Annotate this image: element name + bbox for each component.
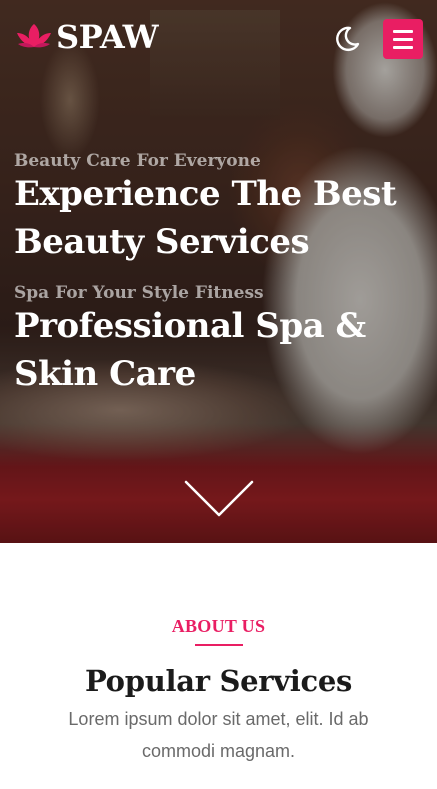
hero-eyebrow: Beauty Care For Everyone (14, 151, 261, 171)
hamburger-icon-bar (393, 29, 413, 33)
hamburger-icon-bar (393, 45, 413, 49)
scroll-down-button[interactable] (183, 478, 255, 520)
menu-button[interactable] (383, 19, 423, 59)
hero-eyebrow: Spa For Your Style Fitness (14, 283, 264, 303)
logo-text: SPAW (56, 18, 159, 56)
section-eyebrow: ABOUT US (171, 616, 266, 636)
hero-headline: Experience The Best Beauty Services (14, 174, 397, 262)
lotus-icon (14, 20, 54, 54)
theme-toggle-button[interactable] (330, 22, 364, 56)
moon-icon (336, 26, 360, 51)
site-logo[interactable]: SPAW (14, 18, 159, 56)
hamburger-icon-bar (393, 37, 413, 41)
hero-headline: Professional Spa & Skin Care (14, 306, 366, 394)
hero-banner: SPAW Beauty Care For Everyone Experience… (0, 0, 437, 543)
section-divider (195, 644, 243, 646)
section-description: Lorem ipsum dolor sit amet, elit. Id ab … (68, 709, 369, 761)
section-title: Popular Services (84, 664, 353, 698)
chevron-down-icon (184, 480, 254, 517)
hero-overlay (0, 0, 437, 543)
about-section: ABOUT US Popular Services Lorem ipsum do… (0, 543, 437, 789)
